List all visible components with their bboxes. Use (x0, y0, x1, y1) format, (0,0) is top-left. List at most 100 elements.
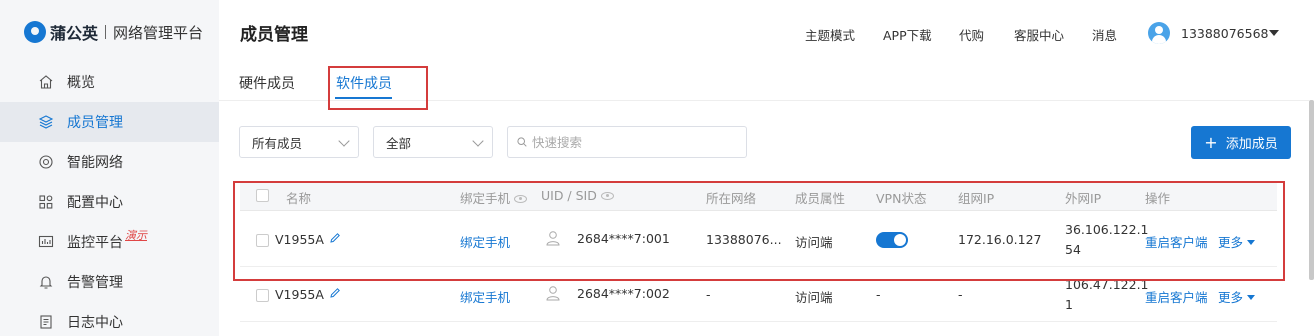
topnav-app-download[interactable]: APP下载 (883, 25, 932, 44)
attribute-value: 访问端 (795, 235, 833, 250)
page-scrollbar[interactable] (1309, 100, 1314, 280)
search-box[interactable] (507, 126, 747, 158)
chevron-down-icon (472, 135, 484, 147)
demo-badge: 演示 (125, 229, 147, 242)
wan-ip-value: 106.47.122.1 (1065, 277, 1149, 292)
attribute-value: 访问端 (795, 290, 833, 305)
search-icon (517, 137, 527, 147)
monitor-icon (38, 234, 54, 250)
member-filter-value: 所有成员 (252, 135, 303, 151)
more-label: 更多 (1218, 235, 1244, 250)
sidebar-item-label: 成员管理 (67, 115, 123, 131)
plus-icon: + (1204, 133, 1218, 152)
bell-icon (38, 274, 54, 290)
sidebar-item-label: 智能网络 (67, 155, 123, 171)
member-filter-select[interactable]: 所有成员 (239, 126, 359, 158)
sidebar-item-label: 日志中心 (67, 315, 123, 331)
brand[interactable]: 蒲公英 网络管理平台 (24, 20, 203, 44)
topnav-purchase[interactable]: 代购 (959, 25, 984, 44)
bind-phone-link[interactable]: 绑定手机 (460, 287, 510, 306)
bind-phone-link[interactable]: 绑定手机 (460, 232, 510, 251)
sidebar-item-smart-network[interactable]: 智能网络 (0, 142, 219, 182)
eye-icon[interactable] (514, 195, 528, 203)
tab-hardware-members[interactable]: 硬件成员 (239, 73, 295, 93)
user-icon (546, 231, 560, 246)
restart-client-link[interactable]: 重启客户端 (1145, 232, 1208, 251)
network-icon (38, 154, 54, 170)
add-member-button[interactable]: + 添加成员 (1191, 126, 1291, 159)
user-account[interactable]: 13388076568 (1181, 26, 1268, 41)
edit-pencil-icon[interactable] (329, 232, 341, 244)
topnav-messages[interactable]: 消息 (1092, 25, 1117, 44)
sidebar-item-label: 配置中心 (67, 195, 123, 211)
sidebar-item-label: 告警管理 (67, 275, 123, 291)
row-checkbox[interactable] (256, 234, 269, 247)
add-member-label: 添加成员 (1225, 137, 1278, 152)
active-tab-indicator (335, 97, 392, 99)
member-name: V1955A (275, 232, 324, 247)
column-uid-label: UID / SID (541, 188, 597, 203)
wan-ip-value-cont: 1 (1065, 297, 1073, 312)
network-value: 13388076... (706, 232, 782, 247)
restart-client-link[interactable]: 重启客户端 (1145, 287, 1208, 306)
edit-pencil-icon[interactable] (329, 287, 341, 299)
tab-software-members[interactable]: 软件成员 (336, 73, 392, 93)
home-icon (38, 74, 54, 90)
more-dropdown[interactable]: 更多 (1218, 287, 1256, 306)
column-phone: 绑定手机 (460, 188, 528, 207)
search-input[interactable] (532, 133, 732, 151)
tab-divider (219, 100, 1309, 101)
logo-icon (24, 21, 46, 43)
caret-down-icon (1247, 295, 1256, 300)
layers-icon (38, 114, 54, 130)
column-network: 所在网络 (706, 191, 757, 206)
column-name: 名称 (286, 191, 312, 206)
column-lan-ip: 组网IP (958, 191, 995, 206)
chevron-down-icon (338, 135, 350, 147)
grid-icon (38, 194, 54, 210)
column-attribute: 成员属性 (795, 191, 846, 206)
column-wan-ip: 外网IP (1065, 191, 1102, 206)
avatar[interactable] (1148, 22, 1170, 44)
topnav-support[interactable]: 客服中心 (1014, 25, 1064, 44)
brand-divider (105, 25, 107, 39)
page-title: 成员管理 (240, 25, 308, 45)
select-all-checkbox[interactable] (256, 189, 269, 202)
user-icon (546, 286, 560, 301)
vpn-status-value: - (876, 287, 881, 302)
column-vpn-status: VPN状态 (876, 191, 927, 206)
network-value: - (706, 287, 711, 302)
eye-icon[interactable] (600, 192, 614, 200)
topnav-theme-mode[interactable]: 主题模式 (805, 25, 855, 44)
brand-subtitle: 网络管理平台 (113, 23, 204, 42)
status-filter-select[interactable]: 全部 (373, 126, 493, 158)
lan-ip-value: 172.16.0.127 (958, 232, 1042, 247)
row-checkbox[interactable] (256, 289, 269, 302)
sidebar-item-label: 概览 (67, 75, 95, 91)
sidebar-item-logs[interactable]: 日志中心 (0, 302, 219, 336)
sidebar-item-monitor[interactable]: 监控平台 演示 (0, 222, 219, 262)
row-divider (240, 321, 1277, 322)
brand-name: 蒲公英 (50, 24, 99, 43)
sidebar: 蒲公英 网络管理平台 概览 成员管理 智能网络 配置中心 监控平台 演示 告警管… (0, 0, 219, 336)
sidebar-item-members[interactable]: 成员管理 (0, 102, 219, 142)
table-header (240, 181, 1277, 211)
sidebar-item-config[interactable]: 配置中心 (0, 182, 219, 222)
vpn-toggle[interactable] (876, 232, 908, 248)
caret-down-icon (1247, 240, 1256, 245)
wan-ip-value-cont: 54 (1065, 242, 1081, 257)
log-icon (38, 314, 54, 330)
lan-ip-value: - (958, 287, 963, 302)
sidebar-item-label: 监控平台 (67, 235, 123, 251)
column-phone-label: 绑定手机 (460, 191, 511, 206)
sidebar-item-alerts[interactable]: 告警管理 (0, 262, 219, 302)
more-dropdown[interactable]: 更多 (1218, 232, 1256, 251)
row-divider (240, 266, 1277, 267)
user-menu-caret-icon[interactable] (1269, 30, 1279, 36)
more-label: 更多 (1218, 290, 1244, 305)
column-uid: UID / SID (541, 188, 614, 203)
member-name: V1955A (275, 287, 324, 302)
wan-ip-value: 36.106.122.1 (1065, 222, 1149, 237)
sidebar-item-overview[interactable]: 概览 (0, 62, 219, 102)
uid-value: 2684****7:001 (577, 231, 670, 246)
